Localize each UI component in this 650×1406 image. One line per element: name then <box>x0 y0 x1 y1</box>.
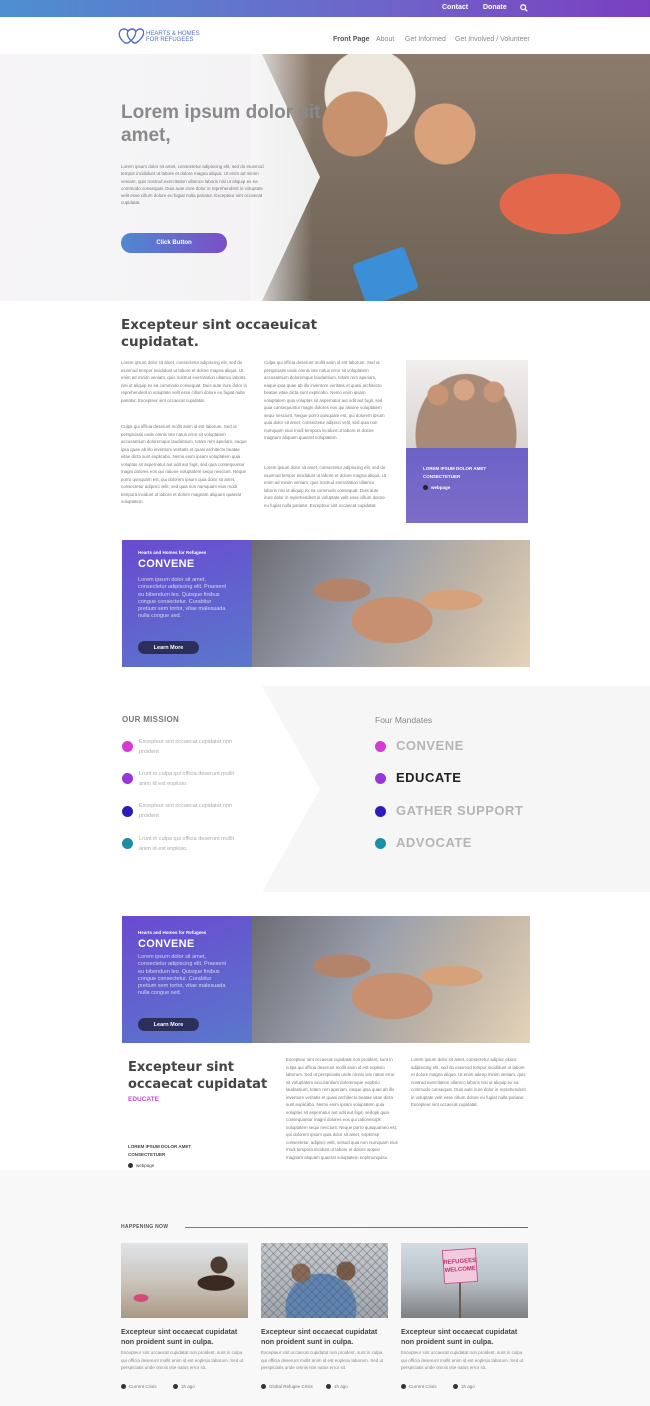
globe-icon <box>423 485 428 491</box>
mission-dot-2 <box>122 773 133 784</box>
news-card-2-title[interactable]: Excepteur sint occaecat cupidatat non pr… <box>261 1327 389 1347</box>
hero-click-button[interactable]: Click Button <box>121 233 227 253</box>
hero-text: Lorem ipsum dolor sit amet, consectetur … <box>121 164 264 206</box>
main-nav <box>0 17 650 54</box>
hero-title: Lorem ipsum dolor sit amet, <box>121 102 321 146</box>
mandates-heading: Four Mandates <box>375 715 433 725</box>
educate-title: Excepteur sint occaecat cupidatat <box>128 1060 268 1092</box>
clock-icon <box>326 1384 331 1390</box>
news-card-1-category[interactable]: Current Crisis <box>121 1384 157 1390</box>
nav-about[interactable]: About <box>376 36 394 43</box>
mandate-convene[interactable]: CONVENE <box>396 738 464 753</box>
educate-tag: EDUCATE <box>128 1096 159 1103</box>
news-card-1-category-label: Current Crisis <box>129 1384 157 1389</box>
intro-col2-p1: Culpa qui officia deserunt mollit anim i… <box>264 360 385 440</box>
tag-icon <box>261 1384 266 1390</box>
hearts-logo-icon[interactable] <box>118 27 144 45</box>
news-card-1-image[interactable] <box>121 1243 248 1318</box>
mandate-dot-2 <box>375 773 386 784</box>
convene-1-kicker: Hearts and Homes for Refugees <box>138 550 207 555</box>
mission-item-2: Lrunt in culpa qui officia deserunt moll… <box>139 771 234 787</box>
mission-item-1: Excepteur sint occaecat cupidatat non pr… <box>139 739 232 755</box>
nav-front-page[interactable]: Front Page <box>333 36 370 43</box>
clock-icon <box>173 1384 178 1390</box>
donate-link[interactable]: Donate <box>483 4 507 11</box>
intro-col1-p1: Lorem ipsum dolor sit amet, consectetur … <box>121 360 247 403</box>
hero-fade-overlay <box>0 54 650 301</box>
top-bar: Contact Donate <box>0 0 650 17</box>
mission-item-4: Lrunt in culpa qui officia deserunt moll… <box>139 836 234 852</box>
educate-col2: Lorem ipsum dolor sit amet, consectetur … <box>411 1057 526 1107</box>
mandate-dot-4 <box>375 838 386 849</box>
happening-heading: HAPPENING NOW <box>121 1224 169 1230</box>
refugees-welcome-sign: REFUGEES WELCOME <box>441 1247 479 1285</box>
intro-card-link[interactable]: webpage <box>423 485 451 491</box>
sign-pole <box>459 1283 461 1318</box>
intro-col2-p2: Lorem ipsum dolor sit amet, consectetur … <box>264 465 387 508</box>
convene-2-title: CONVENE <box>138 938 195 950</box>
news-card-3-time: 1h ago <box>453 1384 475 1390</box>
news-card-2-text: Excepteur sint occaecat cupidatat non pr… <box>261 1350 384 1370</box>
intro-card-title: LOREM IPSUM DOLOR AMET CONSECTETUER <box>423 466 487 479</box>
convene-1-learn-more-button[interactable]: Learn More <box>138 641 199 654</box>
news-card-3-category-label: Current Crisis <box>409 1384 437 1389</box>
mission-heading: OUR MISSION <box>122 715 180 724</box>
mission-dot-3 <box>122 806 133 817</box>
convene-1-hands-photo <box>252 540 530 667</box>
mission-item-3: Excepteur sint occaecat cupidatat non pr… <box>139 803 232 819</box>
news-card-1-time-label: 1h ago <box>181 1384 195 1389</box>
convene-2-text: Lorem ipsum dolor sit amet, consectetur … <box>138 954 227 997</box>
convene-2-hands-photo <box>252 916 530 1043</box>
mission-dot-4 <box>122 838 133 849</box>
educate-meta-title: LOREM IPSUM DOLOR AMET CONSECTETUER <box>128 1144 192 1157</box>
intro-card-image <box>406 360 528 448</box>
happening-divider <box>185 1227 528 1228</box>
news-card-3-time-label: 1h ago <box>461 1384 475 1389</box>
news-card-1-text: Excepteur sint occaecat cupidatat non pr… <box>121 1350 244 1370</box>
tag-icon <box>401 1384 406 1390</box>
news-card-2-time: 1h ago <box>326 1384 348 1390</box>
hero-section <box>0 54 650 301</box>
news-card-3-title[interactable]: Excepteur sint occaecat cupidatat non pr… <box>401 1327 529 1347</box>
tag-icon <box>121 1384 126 1390</box>
clock-icon <box>453 1384 458 1390</box>
intro-col1-p2: Culpa qui officia deserunt mollit anim i… <box>121 424 247 504</box>
educate-col1: Excepteur sint occaecat cupidatat non pr… <box>286 1057 398 1160</box>
convene-2-kicker: Hearts and Homes for Refugees <box>138 930 207 935</box>
nav-get-involved[interactable]: Get Involved / Volunteer <box>455 36 530 43</box>
globe-icon <box>128 1163 133 1169</box>
news-card-2-category[interactable]: Global Refugee Crisis <box>261 1384 313 1390</box>
mandate-gather-support[interactable]: GATHER SUPPORT <box>396 803 523 818</box>
convene-1-title: CONVENE <box>138 558 195 570</box>
mandate-advocate[interactable]: ADVOCATE <box>396 835 472 850</box>
news-card-3-text: Excepteur sint occaecat cupidatat non pr… <box>401 1350 524 1370</box>
convene-1-text: Lorem ipsum dolor sit amet, consectetur … <box>138 577 227 620</box>
educate-meta-link-label: webpage <box>136 1163 155 1168</box>
intro-title: Excepteur sint occaeuicat cupidatat. <box>121 317 318 350</box>
mandate-dot-3 <box>375 806 386 817</box>
news-card-2-time-label: 1h ago <box>334 1384 348 1389</box>
mission-dot-1 <box>122 741 133 752</box>
nav-get-informed[interactable]: Get Informed <box>405 36 446 43</box>
news-card-1-title[interactable]: Excepteur sint occaecat cupidatat non pr… <box>121 1327 249 1347</box>
news-card-2-category-label: Global Refugee Crisis <box>269 1384 313 1389</box>
convene-banner-1: Hearts and Homes for Refugees CONVENE Lo… <box>122 540 252 667</box>
convene-2-learn-more-button[interactable]: Learn More <box>138 1018 199 1031</box>
intro-card[interactable]: LOREM IPSUM DOLOR AMET CONSECTETUER webp… <box>406 448 528 523</box>
news-card-3-category[interactable]: Current Crisis <box>401 1384 437 1390</box>
search-icon[interactable] <box>520 4 528 12</box>
contact-link[interactable]: Contact <box>442 4 468 11</box>
mandate-educate[interactable]: EDUCATE <box>396 770 461 785</box>
mandate-dot-1 <box>375 741 386 752</box>
logo-text[interactable]: Hearts & Homes for Refugees <box>146 31 200 43</box>
news-card-3-image[interactable]: REFUGEES WELCOME <box>401 1243 528 1318</box>
intro-card-link-label: webpage <box>431 485 451 490</box>
educate-meta-link[interactable]: webpage <box>128 1163 155 1169</box>
logo-line-2: for Refugees <box>146 37 194 43</box>
convene-banner-2: Hearts and Homes for Refugees CONVENE Lo… <box>122 916 252 1043</box>
news-card-1-time: 1h ago <box>173 1384 195 1390</box>
news-card-2-image[interactable] <box>261 1243 388 1318</box>
